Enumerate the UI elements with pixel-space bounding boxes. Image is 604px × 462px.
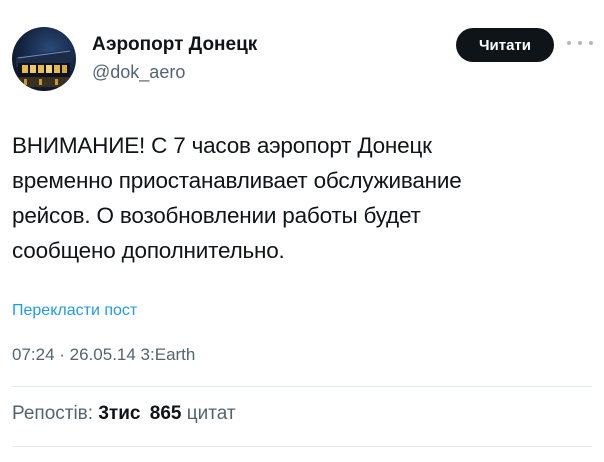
reposts-label: Репостів: <box>12 403 94 424</box>
account-handle[interactable]: @dok_aero <box>92 62 185 83</box>
account-name[interactable]: Аэропорт Донецк <box>92 34 257 56</box>
tweet-line: временно приостанавливает обслуживание <box>12 168 462 193</box>
divider <box>12 446 592 447</box>
tweet-line: сообщено дополнительно. <box>12 238 285 263</box>
reposts-count[interactable]: 3тис <box>98 403 140 424</box>
tweet-text: ВНИМАНИЕ! С 7 часов аэропорт Донецк врем… <box>12 128 592 268</box>
dot <box>567 41 571 45</box>
more-horizontal-icon[interactable] <box>567 36 593 50</box>
tweet-line: ВНИМАНИЕ! С 7 часов аэропорт Донецк <box>12 133 432 158</box>
airport-terminal-image <box>16 49 72 87</box>
dot <box>578 41 582 45</box>
tweet-timestamp[interactable]: 07:24 · 26.05.14 3:Earth <box>12 345 195 365</box>
translate-post-link[interactable]: Перекласти пост <box>12 302 137 320</box>
divider <box>12 386 592 387</box>
dot <box>589 41 593 45</box>
quotes-count[interactable]: 865 <box>150 403 182 424</box>
avatar[interactable] <box>12 27 76 91</box>
tweet-stats: Репостів: 3тис 865 цитат <box>12 403 236 425</box>
follow-button[interactable]: Читати <box>456 28 554 62</box>
quotes-label[interactable]: цитат <box>187 403 236 424</box>
tweet-line: рейсов. О возобновлении работы будет <box>12 203 421 228</box>
